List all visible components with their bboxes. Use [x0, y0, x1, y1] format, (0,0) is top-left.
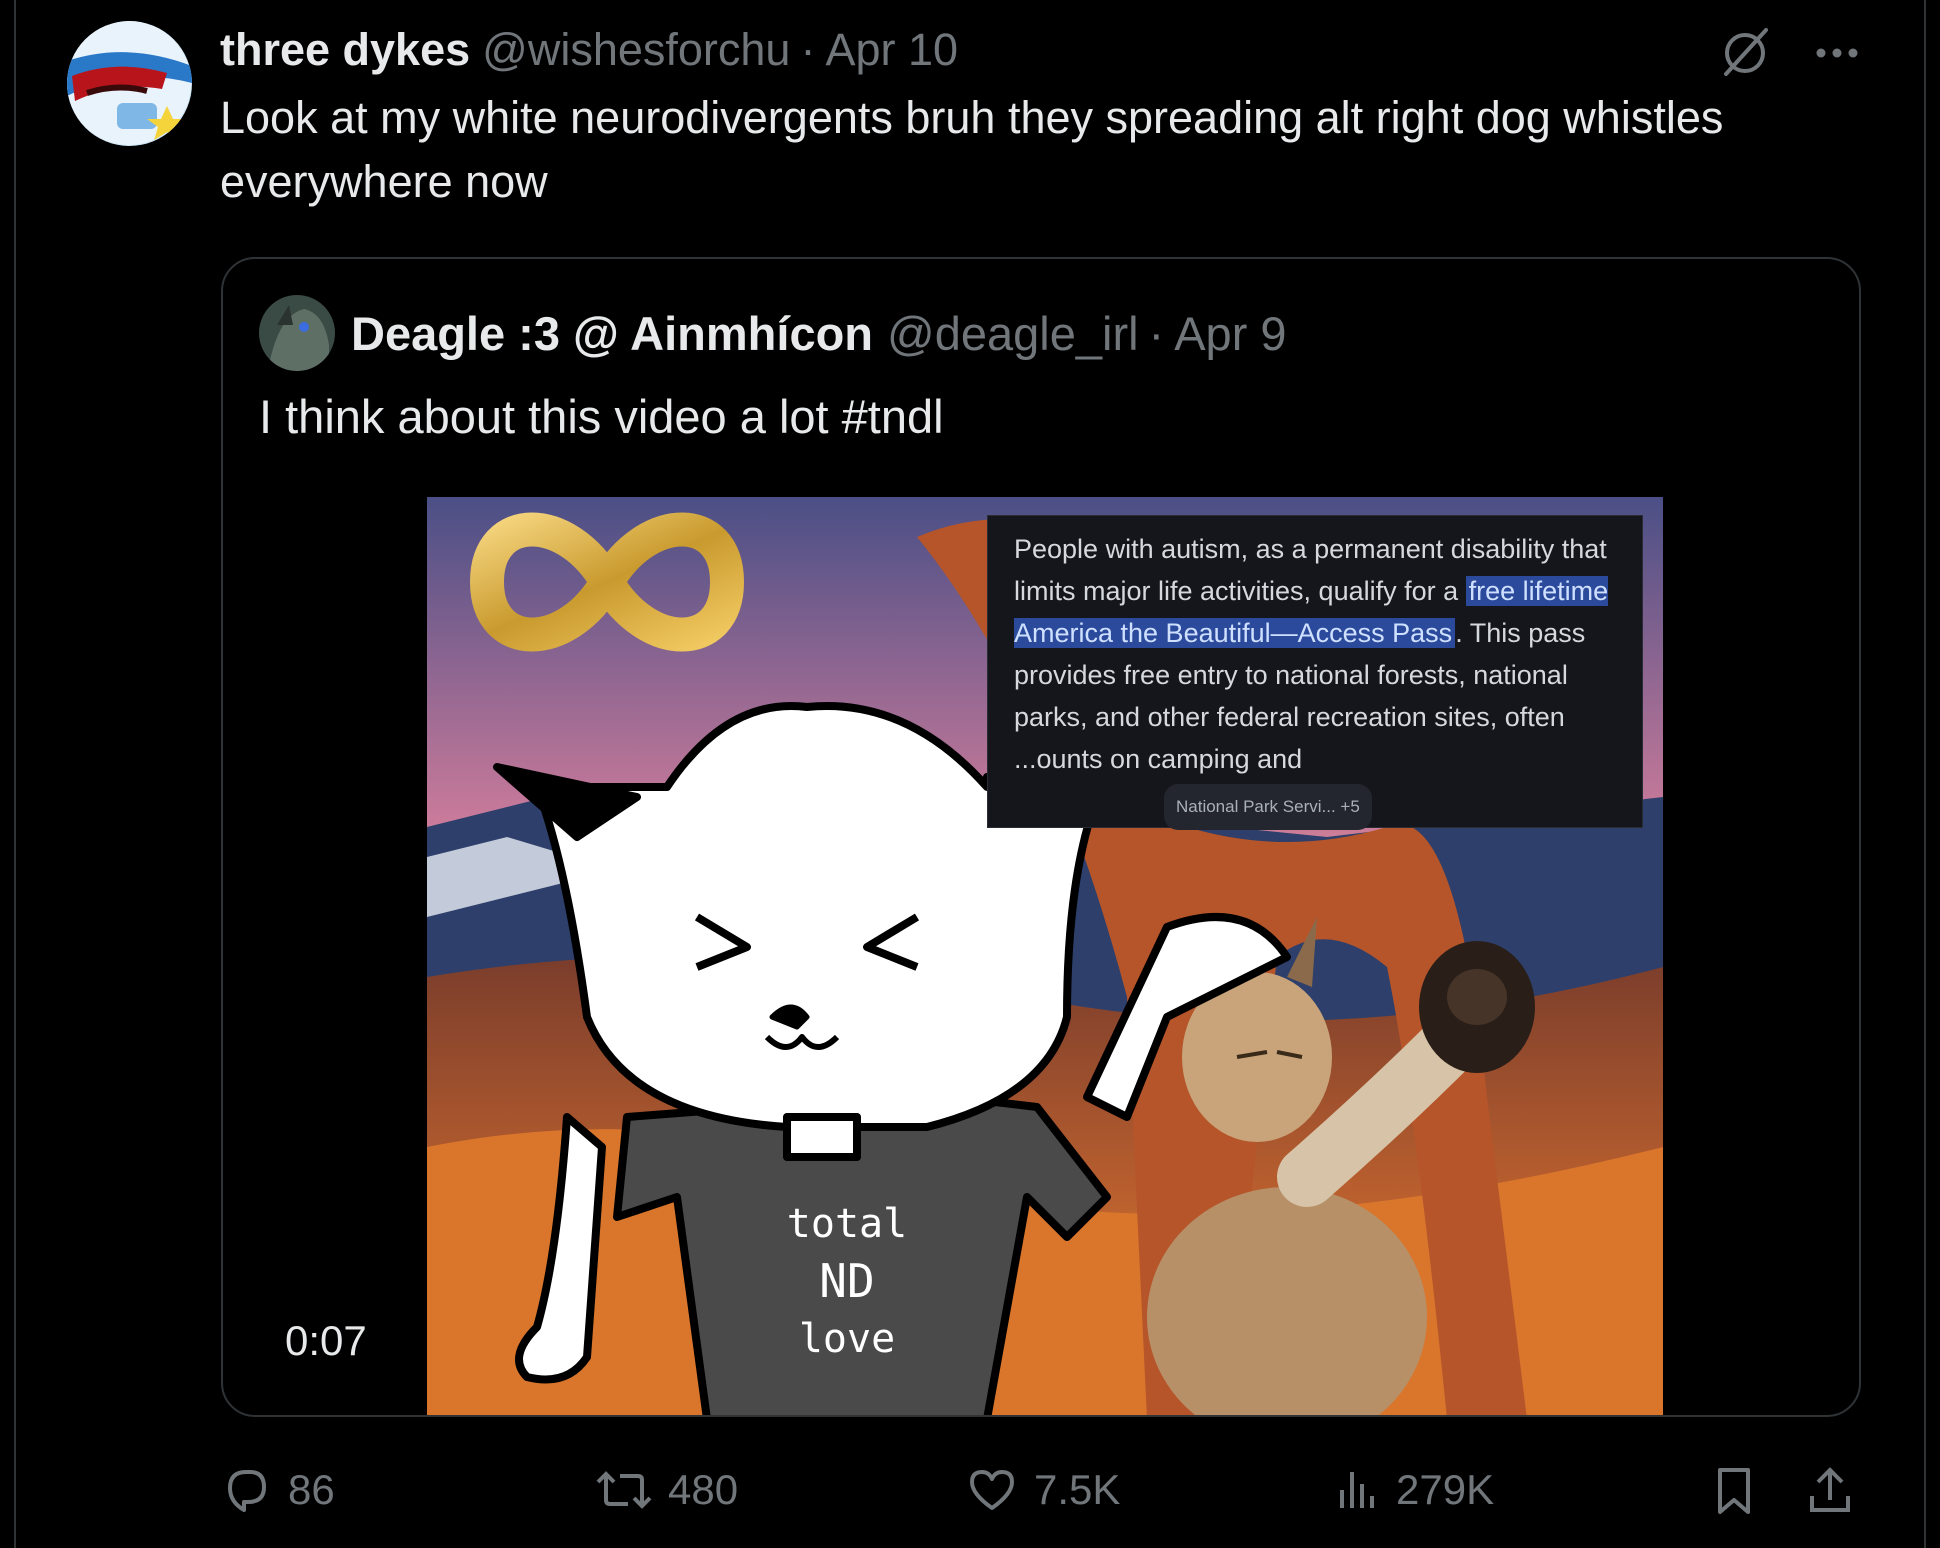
tweet-action-bar: 86 480 7.5K 279K	[218, 1455, 1868, 1525]
quoted-date-separator: ·	[1148, 306, 1165, 360]
like-button[interactable]: 7.5K	[964, 1455, 1120, 1525]
repost-icon	[596, 1471, 652, 1509]
date-separator: ·	[800, 24, 816, 75]
quoted-author-avatar[interactable]	[259, 295, 335, 371]
reply-icon	[228, 1470, 266, 1512]
quoted-handle[interactable]: @deagle_irl	[887, 306, 1139, 361]
timeline-right-border	[1924, 0, 1926, 1548]
quoted-display-name[interactable]: Deagle :3 @ Ainmhícon	[351, 306, 873, 361]
like-count: 7.5K	[1034, 1466, 1121, 1513]
tweet-header: three dykes @wishesforchu · Apr 10	[220, 20, 958, 80]
repost-button[interactable]: 480	[594, 1455, 738, 1525]
quoted-tweet-text: I think about this video a lot #tndl	[259, 390, 944, 443]
share-icon	[1810, 1467, 1850, 1512]
views-count: 279K	[1396, 1466, 1495, 1513]
views-button[interactable]: 279K	[1334, 1455, 1494, 1525]
caption-text-3: ...ounts on camping and	[1014, 744, 1303, 774]
views-icon	[1340, 1472, 1374, 1508]
timeline-left-border	[14, 0, 16, 1548]
bookmark-button[interactable]	[1710, 1455, 1758, 1525]
avatar-image	[67, 21, 192, 145]
author-display-name[interactable]: three dykes	[220, 24, 470, 76]
more-icon[interactable]	[1814, 43, 1860, 68]
quoted-avatar-image	[259, 295, 335, 371]
share-button[interactable]	[1804, 1455, 1856, 1525]
tweet-top-actions	[1716, 20, 1860, 90]
reply-count: 86	[288, 1466, 335, 1513]
quoted-tweet-header: Deagle :3 @ Ainmhícon @deagle_irl · Apr …	[351, 303, 1287, 363]
quoted-date[interactable]: Apr 9	[1174, 306, 1286, 361]
video-caption-overlay: People with autism, as a permanent disab…	[987, 515, 1643, 830]
tweet-text: Look at my white neurodivergents bruh th…	[220, 92, 1724, 207]
shirt-text-line-1: total	[787, 1201, 907, 1247]
author-avatar[interactable]	[67, 21, 192, 146]
bookmark-icon	[1718, 1468, 1750, 1514]
quoted-tweet-card[interactable]: Deagle :3 @ Ainmhícon @deagle_irl · Apr …	[221, 257, 1861, 1417]
caption-source-chip: National Park Servi... +5	[1164, 784, 1372, 830]
shirt-text-line-2: ND	[819, 1254, 874, 1308]
video-player[interactable]: total ND love People with autism, as a p…	[427, 497, 1663, 1415]
repost-count: 480	[668, 1466, 739, 1513]
video-duration: 0:07	[285, 1317, 367, 1364]
author-handle[interactable]: @wishesforchu	[482, 24, 790, 76]
heart-icon	[970, 1470, 1014, 1510]
reply-button[interactable]: 86	[218, 1455, 335, 1525]
shirt-text-line-3: love	[799, 1316, 895, 1362]
grok-slash-icon[interactable]	[1716, 24, 1774, 87]
tweet-date[interactable]: Apr 10	[825, 24, 958, 76]
